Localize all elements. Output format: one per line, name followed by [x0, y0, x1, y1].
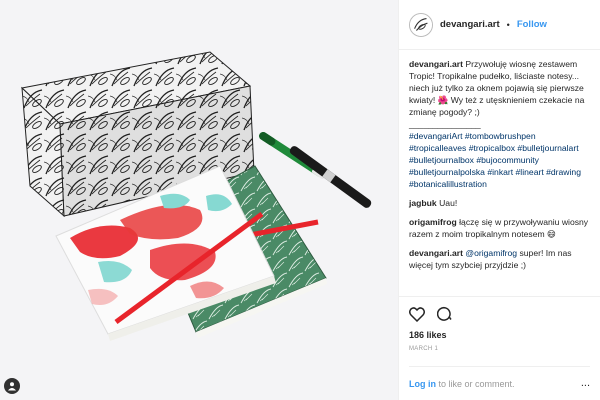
login-prompt: Log in to like or comment. ... [409, 366, 590, 400]
comment-username[interactable]: devangari.art [409, 248, 463, 258]
comment-item: origamifrog łączę się w przywoływaniu wi… [409, 216, 590, 240]
comment-text: Uau! [439, 198, 458, 208]
post-actions: 186 likes MARCH 1 Log in to like or comm… [399, 296, 600, 400]
instagram-post: devangari.art • Follow devangari.art Prz… [0, 0, 600, 400]
login-text: to like or comment. [438, 378, 515, 389]
action-icons [409, 305, 590, 323]
tagged-users-button[interactable] [4, 378, 20, 394]
comments-list: devangari.art Przywołuję wiosnę zestawem… [399, 50, 600, 296]
comment-username[interactable]: devangari.art [409, 59, 463, 69]
comment-mention[interactable]: @origamifrog [465, 248, 517, 258]
post-side-panel: devangari.art • Follow devangari.art Prz… [398, 0, 600, 400]
caption: devangari.art Przywołuję wiosnę zestawem… [409, 58, 590, 190]
post-date: MARCH 1 [409, 346, 439, 352]
comment-icon[interactable] [437, 306, 453, 322]
login-link[interactable]: Log in [409, 379, 436, 389]
user-icon [8, 382, 16, 391]
more-options-icon[interactable]: ... [581, 377, 590, 389]
profile-picture [410, 13, 432, 36]
comment-item: devangari.art @origamifrog super! Im nas… [409, 247, 590, 271]
comment-item: jagbuk Uau! [409, 197, 590, 209]
photo-illustration [20, 51, 372, 341]
comment-username[interactable]: origamifrog [409, 217, 457, 227]
likes-count[interactable]: 186 likes [409, 330, 590, 340]
header-username[interactable]: devangari.art [440, 19, 500, 30]
post-photo[interactable] [0, 0, 398, 400]
caption-hashtags[interactable]: #devangariArt #tombowbrushpen #tropicall… [409, 131, 581, 189]
caption-separator: _______________ [409, 119, 481, 129]
header-separator: • [506, 19, 510, 30]
avatar[interactable] [409, 12, 433, 37]
comment-username[interactable]: jagbuk [409, 198, 437, 208]
post-header: devangari.art • Follow [399, 0, 600, 50]
heart-icon[interactable] [409, 306, 425, 322]
follow-button[interactable]: Follow [517, 19, 547, 30]
